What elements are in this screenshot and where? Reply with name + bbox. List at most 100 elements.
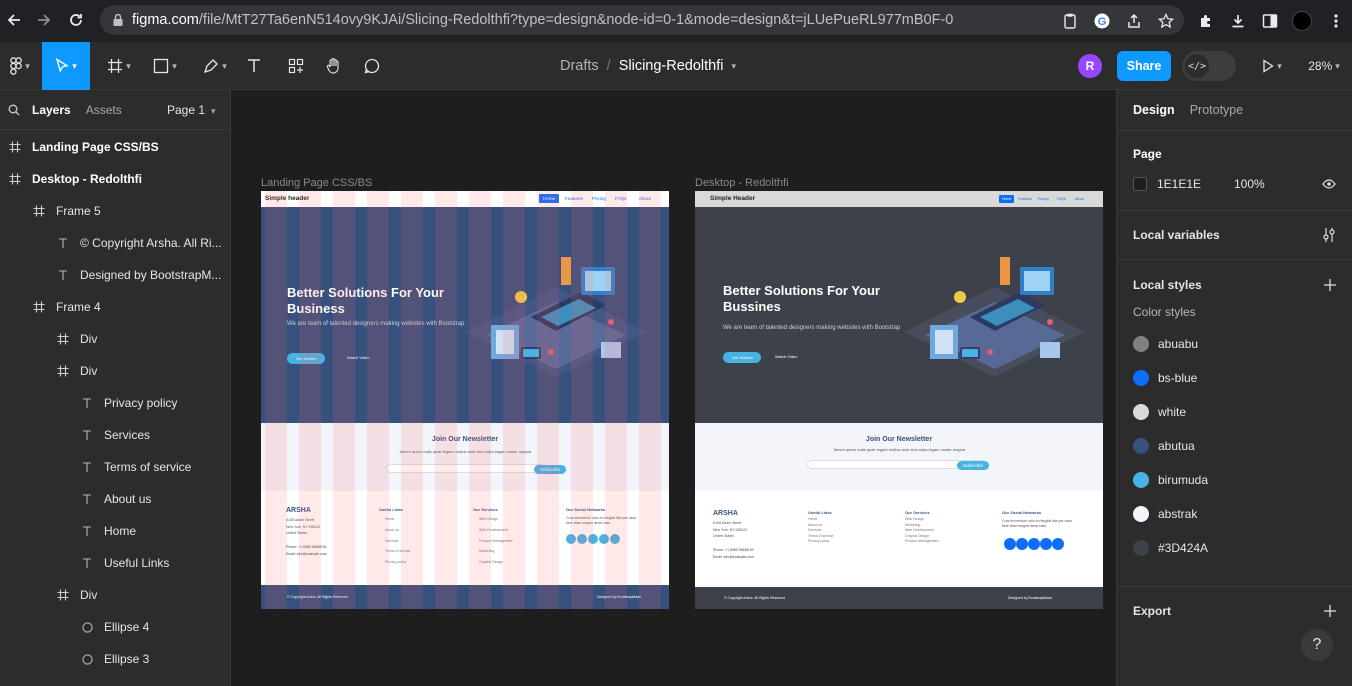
hand-tool-button[interactable]: [320, 42, 348, 90]
pen-tool-button[interactable]: ▾: [194, 42, 236, 90]
mock-service-link: Graphic Design: [479, 560, 504, 565]
mock-social-circle: [1052, 538, 1064, 550]
resources-button[interactable]: [282, 42, 310, 90]
layer-row[interactable]: Privacy policy: [0, 387, 230, 419]
browser-menu-icon[interactable]: [1322, 7, 1350, 35]
layer-row[interactable]: Ellipse 4: [0, 611, 230, 643]
layer-row[interactable]: Designed by BootstrapM...: [0, 259, 230, 291]
frame-label-landing[interactable]: Landing Page CSS/BS: [261, 177, 372, 189]
export-label: Export: [1133, 604, 1172, 618]
tab-prototype[interactable]: Prototype: [1190, 103, 1244, 117]
main-menu-button[interactable]: ▾: [0, 42, 40, 90]
color-style-item[interactable]: abutua: [1117, 429, 1352, 463]
mock-footer-top: ARSHA A108 Adam Street New York, NY 535022…: [695, 491, 1103, 587]
layer-row[interactable]: Div: [0, 323, 230, 355]
dev-mode-toggle[interactable]: </>: [1182, 42, 1236, 90]
bookmark-star-icon[interactable]: [1152, 7, 1180, 35]
mock-watch-video-link: Watch Video: [347, 355, 370, 360]
layer-row[interactable]: Frame 5: [0, 195, 230, 227]
export-row[interactable]: Export: [1117, 587, 1352, 635]
share-button[interactable]: Share: [1117, 51, 1171, 81]
present-button[interactable]: ▾: [1256, 42, 1288, 90]
canvas[interactable]: Landing Page CSS/BS Desktop - Redolthfi …: [231, 90, 1116, 686]
mock-useful-title: Useful Links: [379, 507, 403, 512]
address-bar[interactable]: figma.com/file/MtT27Ta6enN514ovy9KJAi/Sl…: [100, 5, 1184, 35]
hand-icon: [326, 57, 339, 74]
layer-row[interactable]: Useful Links: [0, 547, 230, 579]
eye-icon[interactable]: [1322, 179, 1336, 189]
layer-row[interactable]: Frame 4: [0, 291, 230, 323]
svg-text:G: G: [1098, 16, 1107, 28]
color-style-name: abuabu: [1158, 337, 1199, 351]
mock-hero-subtitle: We are team of talented designers making…: [287, 321, 465, 327]
page-selector[interactable]: Page 1 ▾: [167, 103, 216, 117]
layer-label: Desktop - Redolthfi: [32, 172, 142, 186]
extensions-puzzle-icon[interactable]: [1192, 7, 1220, 35]
tab-layers[interactable]: Layers: [32, 103, 71, 117]
google-icon[interactable]: G: [1088, 7, 1116, 35]
extension-icon-clipboard[interactable]: [1056, 7, 1084, 35]
page-color-value[interactable]: 1E1E1E: [1157, 177, 1234, 191]
tab-assets[interactable]: Assets: [86, 103, 122, 117]
layer-row[interactable]: Home: [0, 515, 230, 547]
comment-tool-button[interactable]: [358, 42, 386, 90]
mock-newsletter-subtitle: Tamen quem nulla quae legam multos aute …: [832, 447, 966, 452]
breadcrumb: Drafts / Slicing-Redolthfi ▾: [560, 42, 780, 90]
move-tool-button[interactable]: ▾: [42, 42, 90, 90]
add-export-icon[interactable]: [1324, 605, 1336, 617]
tab-design[interactable]: Design: [1133, 103, 1175, 117]
color-style-item[interactable]: birumuda: [1117, 463, 1352, 497]
color-style-item[interactable]: abstrak: [1117, 497, 1352, 531]
layer-row[interactable]: Desktop - Redolthfi: [0, 163, 230, 195]
mock-services-title: Our Services: [905, 510, 930, 515]
reload-icon[interactable]: [62, 6, 90, 34]
color-swatch: [1133, 472, 1149, 488]
chevron-down-icon[interactable]: ▾: [731, 61, 736, 72]
color-style-item[interactable]: abuabu: [1117, 327, 1352, 361]
mock-useful-link: About us: [808, 522, 822, 527]
layer-row[interactable]: Div: [0, 355, 230, 387]
help-button[interactable]: ?: [1301, 629, 1333, 661]
page-color-swatch[interactable]: [1133, 177, 1147, 191]
back-icon[interactable]: [0, 6, 28, 34]
page-opacity-value[interactable]: 100%: [1234, 177, 1265, 191]
frame-landing-page[interactable]: Simple header Home Features Pricing FAQs Abou…: [261, 191, 669, 609]
add-style-icon[interactable]: [1324, 278, 1336, 291]
color-style-item[interactable]: bs-blue: [1117, 361, 1352, 395]
layer-label: Useful Links: [104, 556, 170, 570]
shape-tool-button[interactable]: ▾: [144, 42, 186, 90]
color-style-item[interactable]: white: [1117, 395, 1352, 429]
layer-row[interactable]: Terms of service: [0, 451, 230, 483]
mock-address-line: New York, NY 535022: [286, 524, 321, 529]
search-icon[interactable]: [8, 104, 20, 116]
layer-row[interactable]: Div: [0, 579, 230, 611]
share-page-icon[interactable]: [1120, 7, 1148, 35]
figma-logo-icon: [10, 57, 23, 75]
file-name[interactable]: Slicing-Redolthfi: [619, 58, 724, 74]
color-style-item[interactable]: #3D424A: [1117, 531, 1352, 565]
color-swatch: [1133, 540, 1149, 556]
mock-service-link: Marketing: [905, 522, 921, 527]
text-icon: [80, 397, 94, 409]
breadcrumb-drafts[interactable]: Drafts: [560, 58, 599, 74]
download-icon[interactable]: [1224, 7, 1252, 35]
avatar[interactable]: R: [1078, 42, 1102, 90]
frame-desktop-redolthfi[interactable]: Simple Header Home Features Pricing FAQs Abou…: [695, 191, 1103, 609]
layer-row[interactable]: © Copyright Arsha. All Ri...: [0, 227, 230, 259]
side-panel-icon[interactable]: [1256, 7, 1284, 35]
zoom-menu[interactable]: 28% ▾: [1300, 42, 1348, 90]
profile-avatar[interactable]: [1288, 7, 1316, 35]
frame-tool-button[interactable]: ▾: [98, 42, 140, 90]
mock-useful-link: Terms of service: [808, 533, 834, 538]
variables-settings-icon[interactable]: [1322, 227, 1336, 243]
forward-icon[interactable]: [30, 6, 58, 34]
mock-newsletter-subtitle: Tamen quem nulla quae legam multos aute …: [398, 449, 532, 454]
frame-label-desktop[interactable]: Desktop - Redolthfi: [695, 177, 789, 189]
layer-row[interactable]: Services: [0, 419, 230, 451]
local-variables-row[interactable]: Local variables: [1117, 211, 1352, 260]
layer-row[interactable]: Ellipse 3: [0, 643, 230, 675]
layer-row[interactable]: Landing Page CSS/BS: [0, 131, 230, 163]
layer-label: Frame 5: [56, 204, 101, 218]
layer-row[interactable]: About us: [0, 483, 230, 515]
text-tool-button[interactable]: [240, 42, 268, 90]
